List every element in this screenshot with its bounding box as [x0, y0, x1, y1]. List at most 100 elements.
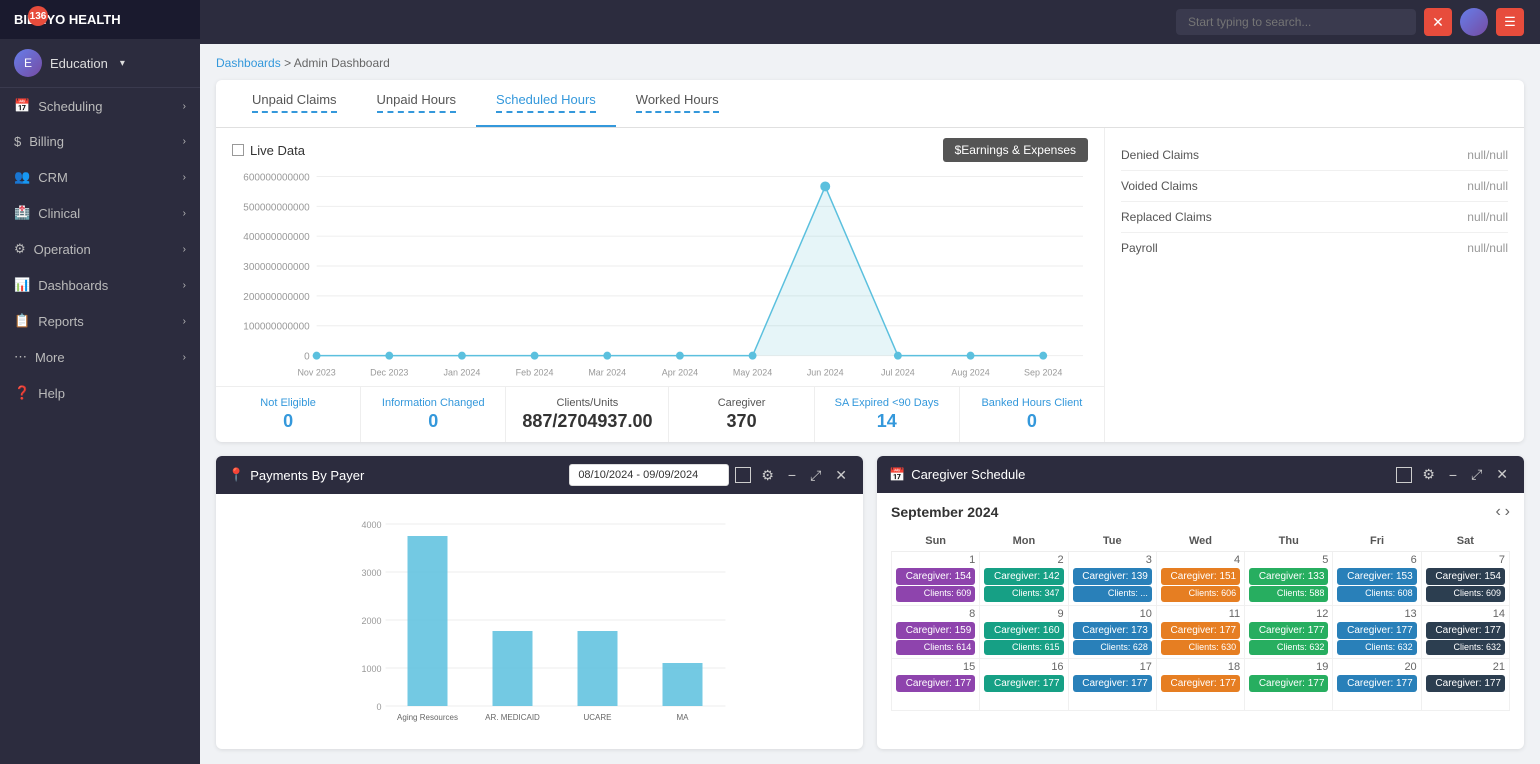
sidebar-item-clinical[interactable]: 🏥 Clinical › [0, 195, 200, 231]
sa-expired-label[interactable]: SA Expired <90 Days [831, 397, 943, 409]
close-button[interactable]: ✕ [1424, 8, 1452, 36]
cal-cell[interactable]: 9 Caregiver: 160 Clients: 615 [980, 605, 1068, 659]
bottom-row: 📍 Payments By Payer ⚙ − ⤢ ✕ [216, 456, 1524, 749]
caregiver-label: Caregiver [685, 397, 797, 409]
sidebar-item-label: Help [38, 386, 65, 401]
cal-cell[interactable]: 5 Caregiver: 133 Clients: 588 [1245, 552, 1333, 606]
expand-button[interactable]: ⤢ [1467, 464, 1486, 485]
cal-cell[interactable]: 1 Caregiver: 154 Clients: 609 [892, 552, 980, 606]
sidebar-item-operation[interactable]: ⚙ Operation › [0, 231, 200, 267]
cal-cell[interactable]: 3 Caregiver: 139 Clients: ... [1068, 552, 1156, 606]
main-content: ✕ ☰ Dashboards > Admin Dashboard Unpaid … [200, 0, 1540, 764]
cal-cell[interactable]: 6 Caregiver: 153 Clients: 608 [1333, 552, 1421, 606]
chart-point [458, 352, 466, 360]
tab-unpaid-hours[interactable]: Unpaid Hours [357, 80, 477, 127]
sidebar-item-label: Scheduling [38, 99, 102, 114]
sidebar-item-dashboards[interactable]: 📊 Dashboards › [0, 267, 200, 303]
sidebar-item-billing[interactable]: $ Billing › [0, 124, 200, 159]
replaced-claims-value: null/null [1467, 210, 1508, 224]
breadcrumb-separator: > [284, 56, 291, 70]
tab-unpaid-claims[interactable]: Unpaid Claims [232, 80, 357, 127]
info-changed-label[interactable]: Information Changed [377, 397, 489, 409]
minimize-button[interactable]: − [784, 465, 800, 485]
minimize-button[interactable]: − [1445, 465, 1461, 485]
day-sun: Sun [892, 531, 980, 552]
svg-text:500000000000: 500000000000 [243, 202, 310, 213]
stat-caregiver: Caregiver 370 [669, 387, 814, 442]
cal-cell[interactable]: 20 Caregiver: 177 [1333, 659, 1421, 711]
cal-cell[interactable]: 12 Caregiver: 177 Clients: 632 [1245, 605, 1333, 659]
sa-expired-value: 14 [831, 411, 943, 432]
bar-aging-resources [408, 536, 448, 706]
cal-cell[interactable]: 18 Caregiver: 177 [1156, 659, 1244, 711]
page-content: Dashboards > Admin Dashboard Unpaid Clai… [200, 44, 1540, 764]
chevron-icon: › [183, 280, 186, 291]
svg-text:400000000000: 400000000000 [243, 232, 310, 243]
search-input[interactable] [1176, 9, 1416, 35]
day-tue: Tue [1068, 531, 1156, 552]
not-eligible-label[interactable]: Not Eligible [232, 397, 344, 409]
svg-text:May 2024: May 2024 [733, 368, 772, 378]
sidebar-item-reports[interactable]: 📋 Reports › [0, 303, 200, 339]
earnings-button[interactable]: $Earnings & Expenses [943, 138, 1088, 162]
next-month-button[interactable]: › [1505, 503, 1510, 521]
cal-cell[interactable]: 19 Caregiver: 177 [1245, 659, 1333, 711]
cal-cell[interactable]: 11 Caregiver: 177 Clients: 630 [1156, 605, 1244, 659]
payments-title: Payments By Payer [250, 468, 364, 483]
close-button[interactable]: ✕ [831, 465, 851, 486]
bottom-stats-row: Not Eligible 0 Information Changed 0 Cli… [216, 386, 1104, 442]
sidebar-user-label: Education [50, 56, 108, 71]
cal-cell[interactable]: 14 Caregiver: 177 Clients: 632 [1421, 605, 1509, 659]
sidebar-item-label: CRM [38, 170, 68, 185]
stat-not-eligible: Not Eligible 0 [216, 387, 361, 442]
operation-icon: ⚙ [14, 241, 26, 257]
bar-chart-area: 4000 3000 2000 1000 0 [216, 494, 863, 749]
tab-scheduled-hours[interactable]: Scheduled Hours [476, 80, 616, 127]
bar-ucare [578, 631, 618, 706]
svg-text:0: 0 [376, 702, 381, 712]
avatar: E [14, 49, 42, 77]
settings-button[interactable]: ⚙ [757, 465, 778, 486]
cal-cell[interactable]: 10 Caregiver: 173 Clients: 628 [1068, 605, 1156, 659]
tab-worked-hours[interactable]: Worked Hours [616, 80, 739, 127]
cal-cell[interactable]: 13 Caregiver: 177 Clients: 632 [1333, 605, 1421, 659]
prev-month-button[interactable]: ‹ [1495, 503, 1500, 521]
date-range-input[interactable] [569, 464, 729, 486]
sidebar-item-help[interactable]: ❓ Help [0, 375, 200, 411]
color-swatch[interactable] [1396, 467, 1412, 483]
cal-cell[interactable]: 15 Caregiver: 177 [892, 659, 980, 711]
svg-text:Apr 2024: Apr 2024 [662, 368, 698, 378]
cal-cell[interactable]: 2 Caregiver: 142 Clients: 347 [980, 552, 1068, 606]
cal-cell[interactable]: 4 Caregiver: 151 Clients: 606 [1156, 552, 1244, 606]
chevron-icon: › [183, 101, 186, 112]
table-row: 1 Caregiver: 154 Clients: 609 2 Caregive… [892, 552, 1510, 606]
replaced-claims-label: Replaced Claims [1121, 210, 1212, 224]
cal-cell[interactable]: 7 Caregiver: 154 Clients: 609 [1421, 552, 1509, 606]
settings-button[interactable]: ⚙ [1418, 464, 1439, 485]
bar-ma [663, 663, 703, 706]
user-avatar[interactable] [1460, 8, 1488, 36]
sidebar-item-crm[interactable]: 👥 CRM › [0, 159, 200, 195]
svg-text:Mar 2024: Mar 2024 [588, 368, 626, 378]
cal-cell[interactable]: 21 Caregiver: 177 [1421, 659, 1509, 711]
color-swatch[interactable] [735, 467, 751, 483]
sidebar-user[interactable]: E Education ▾ [0, 39, 200, 88]
menu-button[interactable]: ☰ [1496, 8, 1524, 36]
cal-cell[interactable]: 8 Caregiver: 159 Clients: 614 [892, 605, 980, 659]
voided-claims-label: Voided Claims [1121, 179, 1198, 193]
table-row: 8 Caregiver: 159 Clients: 614 9 Caregive… [892, 605, 1510, 659]
chart-point [603, 352, 611, 360]
denied-claims-row: Denied Claims null/null [1121, 140, 1508, 171]
caregiver-title: Caregiver Schedule [911, 467, 1025, 482]
cal-cell[interactable]: 16 Caregiver: 177 [980, 659, 1068, 711]
expand-button[interactable]: ⤢ [806, 465, 825, 486]
svg-text:Nov 2023: Nov 2023 [297, 368, 335, 378]
help-icon: ❓ [14, 385, 30, 401]
banked-hours-label[interactable]: Banked Hours Client [976, 397, 1088, 409]
chevron-icon: › [183, 208, 186, 219]
cal-cell[interactable]: 17 Caregiver: 177 [1068, 659, 1156, 711]
breadcrumb-parent[interactable]: Dashboards [216, 56, 281, 70]
sidebar-item-scheduling[interactable]: 📅 Scheduling › [0, 88, 200, 124]
sidebar-item-more[interactable]: ⋯ More › [0, 339, 200, 375]
close-button[interactable]: ✕ [1492, 464, 1512, 485]
